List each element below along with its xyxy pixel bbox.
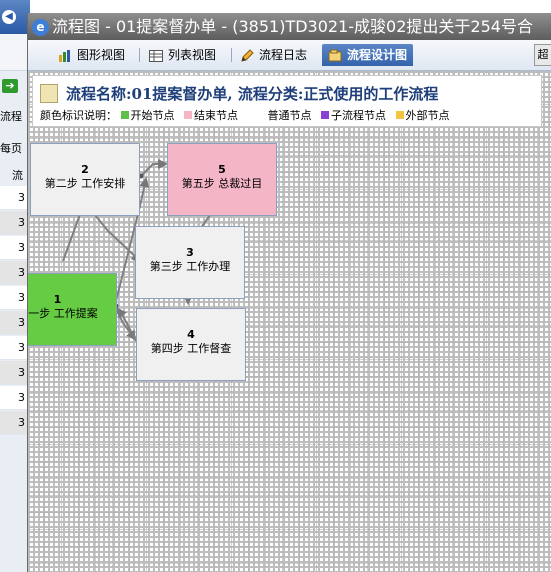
bg-table-row[interactable]: 3: [0, 236, 30, 260]
list-icon: [149, 48, 163, 62]
window-title: 流程图 - 01提案督办单 - (3851)TD3021-成骏02提出关于254…: [52, 17, 533, 36]
bg-table-row[interactable]: 3: [0, 186, 30, 210]
node-number: 3: [186, 246, 194, 259]
bg-table-row[interactable]: 3: [0, 286, 30, 310]
tab-graph-view[interactable]: 图形视图: [58, 44, 125, 66]
bg-table-row[interactable]: 3: [0, 336, 30, 360]
view-tabbar: 图形视图 列表视图 流程日志 流程设计图 超: [28, 40, 551, 71]
bg-table-row[interactable]: 3: [0, 361, 30, 385]
node-number: 2: [81, 163, 89, 176]
tab-separator: [139, 48, 140, 62]
node-label: 第五步 总裁过目: [181, 177, 263, 190]
bg-table-row[interactable]: 3: [0, 411, 30, 435]
flow-node-2[interactable]: 2 第二步 工作安排: [30, 143, 140, 216]
go-arrow-icon[interactable]: ➔: [2, 79, 18, 93]
flow-node-4[interactable]: 4 第四步 工作督查: [136, 308, 246, 381]
node-label: 第三步 工作办理: [149, 260, 231, 273]
tab-label: 流程设计图: [347, 48, 408, 62]
background-app-header: ◀: [0, 0, 30, 34]
bg-table-row[interactable]: 3: [0, 211, 30, 235]
bg-table-row[interactable]: 3: [0, 261, 30, 285]
tab-label: 列表视图: [168, 48, 217, 62]
tab-list-view[interactable]: 列表视图: [149, 44, 216, 66]
tab-flow-design[interactable]: 流程设计图: [322, 44, 414, 66]
edge-2-to-5: [140, 159, 168, 177]
tab-flow-log[interactable]: 流程日志: [240, 44, 307, 66]
graph-icon: [58, 48, 72, 62]
bg-label-flow: 流程: [0, 110, 22, 123]
log-icon: [240, 48, 254, 62]
node-number: 1: [53, 293, 62, 306]
bg-table-row[interactable]: 3: [0, 311, 30, 335]
window-titlebar[interactable]: e 流程图 - 01提案督办单 - (3851)TD3021-成骏02提出关于25…: [28, 13, 551, 40]
background-app: ◀ ➔ 流程 每页 流 3 3 3 3 3 3 3 3 3 3: [0, 0, 30, 572]
browser-icon: e: [32, 19, 49, 36]
design-icon: [328, 48, 342, 62]
node-number: 4: [187, 328, 195, 341]
tab-label: 图形视图: [77, 48, 126, 62]
flow-node-1[interactable]: 1 第一步 工作提案: [28, 273, 117, 346]
node-number: 5: [218, 163, 226, 176]
tab-separator: [231, 48, 232, 62]
node-label: 第四步 工作督查: [150, 342, 232, 355]
back-icon[interactable]: ◀: [2, 10, 16, 24]
flowchart-window: e 流程图 - 01提案督办单 - (3851)TD3021-成骏02提出关于25…: [27, 13, 551, 572]
bg-table-row[interactable]: 3: [0, 386, 30, 410]
tab-label: 流程日志: [259, 48, 308, 62]
edge-4-to-1: [116, 307, 137, 342]
bg-column-header: 流: [12, 169, 23, 182]
bg-label-per-page: 每页: [0, 142, 22, 155]
background-toolbar: [0, 34, 30, 71]
flow-node-5[interactable]: 5 第五步 总裁过目: [167, 143, 277, 216]
flow-node-3[interactable]: 3 第三步 工作办理: [135, 226, 245, 299]
node-label: 第一步 工作提案: [28, 307, 98, 320]
window-side-button[interactable]: 超: [534, 44, 551, 66]
node-label: 第二步 工作安排: [44, 177, 126, 190]
flow-design-canvas[interactable]: 流程名称:01提案督办单, 流程分类:正式使用的工作流程 颜色标识说明： 开始节…: [28, 71, 551, 572]
